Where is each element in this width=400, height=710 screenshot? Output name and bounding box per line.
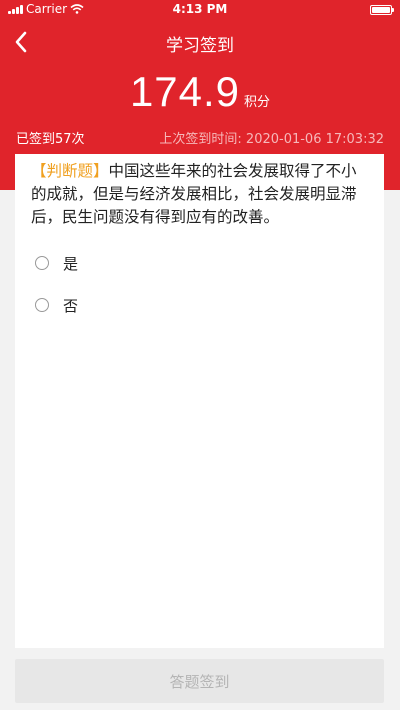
radio-icon [35,298,49,312]
question-card: 【判断题】中国这些年来的社会发展取得了不小的成就，但是与经济发展相比，社会发展明… [15,154,384,648]
navigation-bar: 学习签到 [0,22,400,62]
page-title: 学习签到 [166,36,234,56]
option-no[interactable]: 否 [35,293,384,317]
status-bar: Carrier 4:13 PM [0,0,400,20]
last-signin-label: 上次签到时间: [159,132,242,147]
last-signin-time: 上次签到时间: 2020-01-06 17:03:32 [159,128,384,147]
clock: 4:13 PM [172,2,228,16]
option-label: 否 [63,296,79,315]
option-yes[interactable]: 是 [35,251,384,275]
radio-icon [35,256,49,270]
question-type-label: 【判断题】 [31,162,109,180]
submit-signin-button[interactable]: 答题签到 [15,659,384,703]
score-display: 174.9 积分 [0,68,400,116]
signin-count: 已签到57次 [16,132,85,147]
score-value: 174.9 [129,68,241,115]
last-signin-value: 2020-01-06 17:03:32 [245,132,384,147]
question-text: 【判断题】中国这些年来的社会发展取得了不小的成就，但是与经济发展相比，社会发展明… [15,154,384,229]
battery-level [372,7,390,13]
option-label: 是 [63,254,79,273]
score-unit: 积分 [244,95,271,110]
battery-icon [370,5,394,15]
